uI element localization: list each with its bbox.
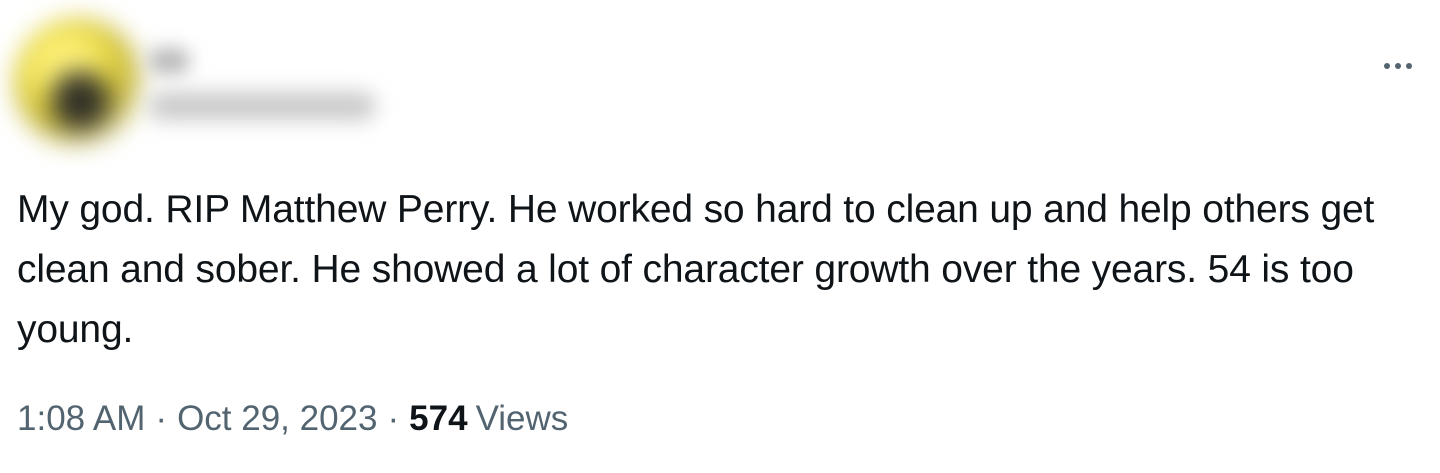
avatar[interactable] bbox=[14, 18, 142, 146]
more-options-button[interactable] bbox=[1376, 54, 1420, 78]
blurred-user-handle bbox=[148, 92, 376, 120]
tweet-metadata: 1:08 AM · Oct 29, 2023 · 574 Views bbox=[17, 392, 568, 446]
tweet-text: My god. RIP Matthew Perry. He worked so … bbox=[17, 188, 1375, 351]
metadata-separator: · bbox=[387, 399, 400, 438]
more-horizontal-icon bbox=[1395, 63, 1401, 69]
tweet-date[interactable]: Oct 29, 2023 bbox=[177, 392, 377, 446]
tweet-time[interactable]: 1:08 AM bbox=[17, 392, 145, 446]
tweet-card: My god. RIP Matthew Perry. He worked so … bbox=[0, 0, 1440, 473]
more-horizontal-icon bbox=[1406, 63, 1412, 69]
blurred-display-name bbox=[148, 48, 190, 74]
views-label: Views bbox=[475, 399, 569, 438]
more-horizontal-icon bbox=[1384, 63, 1390, 69]
metadata-separator: · bbox=[155, 399, 168, 438]
views-count: 574 bbox=[409, 399, 468, 438]
